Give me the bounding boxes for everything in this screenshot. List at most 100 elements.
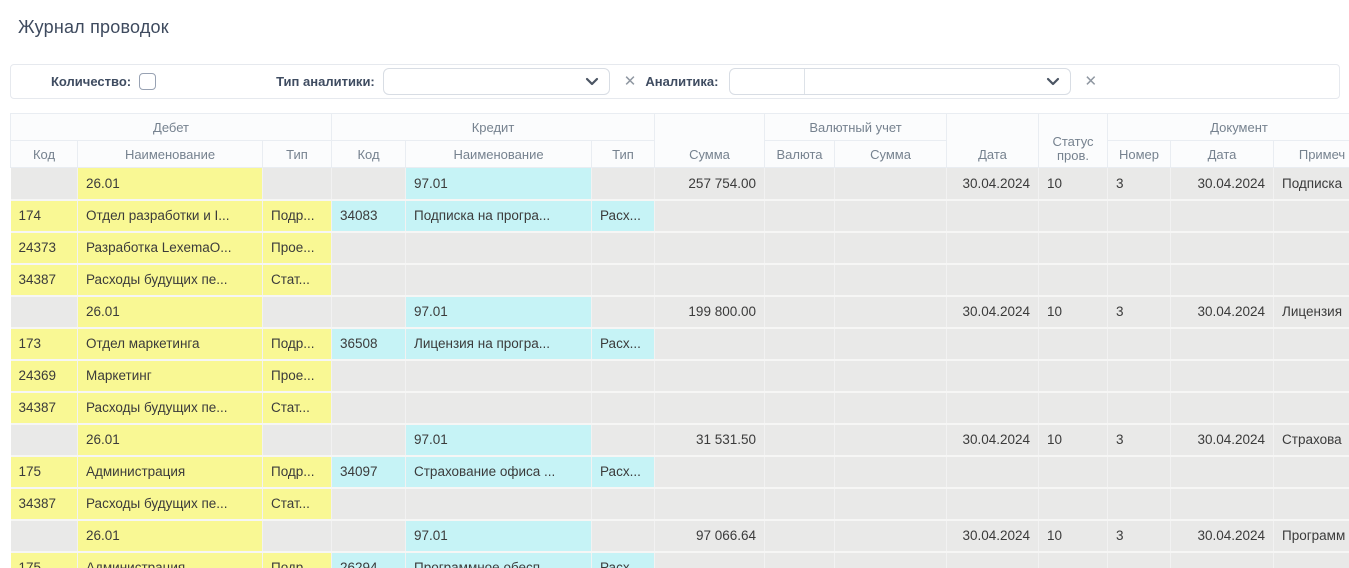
clear-analytics-icon[interactable]: ✕ <box>1085 74 1098 89</box>
cell[interactable]: Стат... <box>262 391 332 425</box>
cell[interactable]: 97.01 <box>405 295 592 329</box>
cell[interactable] <box>591 263 655 297</box>
cell[interactable] <box>1038 455 1109 489</box>
cell[interactable] <box>1170 359 1275 393</box>
cell[interactable]: 199 800.00 <box>654 295 765 329</box>
cell[interactable]: 26.01 <box>77 423 263 457</box>
cell[interactable] <box>834 423 948 457</box>
header-group-document[interactable]: Документ <box>1107 113 1349 141</box>
cell[interactable] <box>654 231 765 265</box>
cell[interactable] <box>834 487 948 521</box>
cell[interactable]: 30.04.2024 <box>1170 519 1275 553</box>
cell[interactable]: 10 <box>1038 167 1109 201</box>
header-group-credit[interactable]: Кредит <box>331 113 655 141</box>
cell[interactable] <box>331 295 406 329</box>
cell[interactable]: Прое... <box>262 231 332 265</box>
cell[interactable]: Администрация <box>77 455 263 489</box>
cell[interactable] <box>834 391 948 425</box>
cell[interactable]: 36508 <box>331 327 406 361</box>
cell[interactable] <box>764 487 835 521</box>
header-note[interactable]: Примеч <box>1273 140 1349 168</box>
cell[interactable] <box>331 423 406 457</box>
cell[interactable] <box>591 167 655 201</box>
cell[interactable] <box>262 295 332 329</box>
cell[interactable]: 34083 <box>331 199 406 233</box>
cell[interactable] <box>764 231 835 265</box>
cell[interactable] <box>764 295 835 329</box>
cell[interactable] <box>591 423 655 457</box>
cell[interactable]: 26.01 <box>77 519 263 553</box>
cell[interactable]: 3 <box>1107 423 1172 457</box>
cell[interactable]: 31 531.50 <box>654 423 765 457</box>
cell[interactable] <box>591 359 655 393</box>
cell[interactable] <box>764 199 835 233</box>
cell[interactable] <box>1273 327 1349 361</box>
cell[interactable]: Страхование офиса ... <box>405 455 592 489</box>
cell[interactable] <box>764 167 835 201</box>
cell[interactable] <box>654 327 765 361</box>
cell[interactable]: 257 754.00 <box>654 167 765 201</box>
cell[interactable]: Подписка на програ... <box>405 199 592 233</box>
analytics-type-select[interactable] <box>382 68 610 95</box>
header-debit-code[interactable]: Код <box>10 140 78 168</box>
cell[interactable]: Подр... <box>262 455 332 489</box>
cell[interactable]: 30.04.2024 <box>1170 423 1275 457</box>
cell[interactable] <box>834 167 948 201</box>
cell[interactable] <box>1273 487 1349 521</box>
cell[interactable] <box>10 295 78 329</box>
cell[interactable]: Подр... <box>262 327 332 361</box>
cell[interactable] <box>1170 327 1275 361</box>
cell[interactable] <box>1273 359 1349 393</box>
cell[interactable] <box>1107 231 1172 265</box>
cell[interactable]: Администрация <box>77 551 263 568</box>
cell[interactable]: Подр... <box>262 199 332 233</box>
cell[interactable] <box>946 359 1040 393</box>
cell[interactable] <box>946 551 1040 568</box>
cell[interactable] <box>405 359 592 393</box>
cell[interactable] <box>946 199 1040 233</box>
cell[interactable]: 34387 <box>10 487 78 521</box>
cell[interactable] <box>1170 263 1275 297</box>
cell[interactable]: 97.01 <box>405 167 592 201</box>
cell[interactable]: Расходы будущих пе... <box>77 391 263 425</box>
cell[interactable]: 175 <box>10 455 78 489</box>
header-debit-name[interactable]: Наименование <box>77 140 263 168</box>
cell[interactable]: Страхова <box>1273 423 1349 457</box>
cell[interactable]: 24369 <box>10 359 78 393</box>
cell[interactable]: 175 <box>10 551 78 568</box>
cell[interactable]: 3 <box>1107 295 1172 329</box>
header-currency[interactable]: Валюта <box>764 140 835 168</box>
cell[interactable] <box>834 455 948 489</box>
cell[interactable]: Отдел разработки и I... <box>77 199 263 233</box>
cell[interactable] <box>331 487 406 521</box>
cell[interactable] <box>1273 263 1349 297</box>
cell[interactable]: 26294 <box>331 551 406 568</box>
cell[interactable]: Лицензия <box>1273 295 1349 329</box>
cell[interactable] <box>654 551 765 568</box>
cell[interactable] <box>764 327 835 361</box>
cell[interactable] <box>1038 327 1109 361</box>
cell[interactable] <box>1107 263 1172 297</box>
cell[interactable] <box>1038 263 1109 297</box>
cell[interactable] <box>1107 327 1172 361</box>
cell[interactable] <box>10 423 78 457</box>
cell[interactable] <box>1273 199 1349 233</box>
cell[interactable] <box>1170 455 1275 489</box>
cell[interactable] <box>834 295 948 329</box>
cell[interactable] <box>834 199 948 233</box>
cell[interactable] <box>331 519 406 553</box>
cell[interactable] <box>1170 231 1275 265</box>
cell[interactable]: 174 <box>10 199 78 233</box>
header-date[interactable]: Дата <box>946 113 1040 168</box>
cell[interactable]: 10 <box>1038 519 1109 553</box>
cell[interactable] <box>1273 231 1349 265</box>
cell[interactable]: Подписка <box>1273 167 1349 201</box>
cell[interactable] <box>10 519 78 553</box>
cell[interactable] <box>764 455 835 489</box>
cell[interactable] <box>1038 487 1109 521</box>
cell[interactable]: Расх... <box>591 551 655 568</box>
cell[interactable] <box>1107 391 1172 425</box>
cell[interactable]: Расх... <box>591 199 655 233</box>
cell[interactable] <box>591 487 655 521</box>
cell[interactable] <box>764 551 835 568</box>
